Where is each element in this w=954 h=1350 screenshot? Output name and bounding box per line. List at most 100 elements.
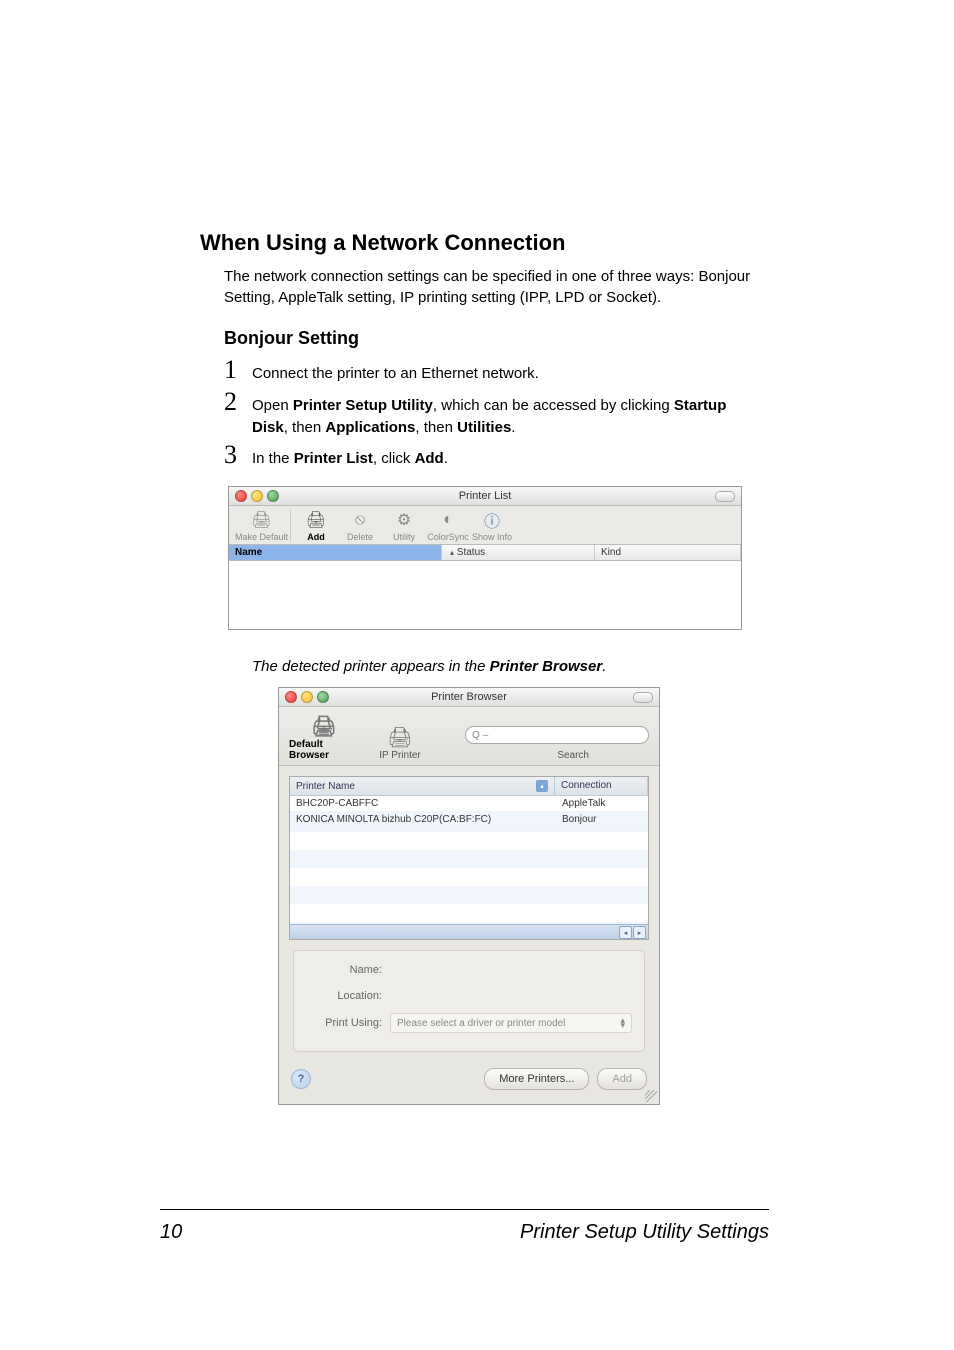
column-kind[interactable]: Kind [595, 545, 741, 560]
text-fragment: , then [415, 419, 457, 436]
window-title: Printer Browser [279, 691, 659, 703]
text-bold: Utilities [457, 419, 511, 436]
text-fragment: . [602, 658, 606, 675]
text-fragment: Open [252, 397, 293, 414]
toolbar-label: Show Info [472, 532, 512, 542]
window-title: Printer List [229, 490, 741, 502]
more-printers-button[interactable]: More Printers... [484, 1068, 589, 1090]
printer-list: Printer Name ▴ Connection BHC20P-CABFFC … [289, 776, 649, 940]
text-bold: Add [415, 450, 444, 467]
step-number: 2 [224, 389, 252, 415]
browser-toolbar: 🖨 Default Browser 🖨 IP Printer Q – Searc… [279, 707, 659, 766]
chevron-updown-icon: ▴▾ [620, 1018, 625, 1029]
column-label: Status [457, 547, 485, 558]
footer-title: Printer Setup Utility Settings [520, 1221, 769, 1244]
column-status[interactable]: ▴ Status [442, 545, 595, 560]
toolbar-label: Add [307, 532, 325, 542]
toolbar-toggle-icon[interactable] [715, 491, 735, 502]
text-fragment: The detected printer appears in the [252, 658, 490, 675]
printer-list-window: Printer List 🖨 Make Default 🖨 Add ⦸ Dele… [228, 486, 742, 630]
default-browser-icon: 🖨 [306, 713, 342, 739]
toolbar-label: Delete [347, 532, 373, 542]
step-text: Connect the printer to an Ethernet netwo… [252, 363, 539, 385]
toolbar: 🖨 Make Default 🖨 Add ⦸ Delete ⚙ Utility … [229, 506, 741, 545]
horizontal-scrollbar[interactable]: ◂ ▸ [290, 924, 648, 939]
make-default-button[interactable]: 🖨 Make Default [235, 510, 288, 542]
column-connection[interactable]: Connection [555, 777, 648, 796]
list-item[interactable]: BHC20P-CABFFC AppleTalk [290, 796, 648, 812]
steps-list: 1 Connect the printer to an Ethernet net… [224, 357, 754, 470]
scroll-right-icon[interactable]: ▸ [633, 926, 646, 939]
search-icon: Q [472, 730, 480, 741]
connection-cell: Bonjour [556, 812, 648, 827]
search-divider: – [483, 730, 489, 741]
list-header: Printer Name ▴ Connection [290, 777, 648, 796]
step-1: 1 Connect the printer to an Ethernet net… [224, 357, 754, 385]
resize-grip-icon[interactable] [645, 1090, 657, 1102]
utility-button[interactable]: ⚙ Utility [383, 510, 425, 542]
printer-name-cell: KONICA MINOLTA bizhub C20P(CA:BF:FC) [290, 812, 556, 827]
utility-icon: ⚙ [392, 510, 416, 530]
intro-paragraph: The network connection settings can be s… [224, 266, 754, 308]
tab-ip-printer[interactable]: 🖨 IP Printer [365, 724, 435, 761]
printer-name-cell: BHC20P-CABFFC [290, 796, 556, 811]
ip-printer-icon: 🖨 [382, 724, 418, 750]
select-value: Please select a driver or printer model [397, 1018, 565, 1029]
sort-asc-icon: ▴ [536, 780, 548, 792]
show-info-button[interactable]: ⓘ Show Info [471, 510, 513, 542]
toolbar-label: Make Default [235, 532, 288, 542]
title-bar: Printer Browser [279, 688, 659, 707]
print-using-select[interactable]: Please select a driver or printer model … [390, 1013, 632, 1033]
column-printer-name[interactable]: Printer Name ▴ [290, 777, 555, 796]
add-button[interactable]: 🖨 Add [290, 510, 337, 542]
tab-default-browser[interactable]: 🖨 Default Browser [289, 713, 359, 761]
scroll-left-icon[interactable]: ◂ [619, 926, 632, 939]
toolbar-toggle-icon[interactable] [633, 692, 653, 703]
add-printer-icon: 🖨 [304, 510, 328, 530]
printer-icon: 🖨 [250, 510, 274, 530]
text-bold: Printer List [294, 450, 373, 467]
text-fragment: , click [373, 450, 415, 467]
step-text: Open Printer Setup Utility, which can be… [252, 395, 754, 439]
help-button[interactable]: ? [291, 1069, 311, 1089]
text-fragment: . [444, 450, 448, 467]
delete-button[interactable]: ⦸ Delete [339, 510, 381, 542]
connection-cell: AppleTalk [556, 796, 648, 811]
title-bar: Printer List [229, 487, 741, 506]
printer-browser-window: Printer Browser 🖨 Default Browser 🖨 IP P… [278, 687, 660, 1105]
colorsync-icon: ◐ [436, 510, 460, 530]
text-bold: Applications [325, 419, 415, 436]
colorsync-button[interactable]: ◐ ColorSync [427, 510, 469, 542]
list-body: BHC20P-CABFFC AppleTalk KONICA MINOLTA b… [290, 796, 648, 924]
printer-details-form: Name: Location: Print Using: Please sele… [293, 950, 645, 1052]
step-3: 3 In the Printer List, click Add. [224, 442, 754, 470]
toolbar-label: ColorSync [427, 532, 469, 542]
info-icon: ⓘ [480, 510, 504, 530]
delete-icon: ⦸ [348, 510, 372, 530]
dialog-footer: ? More Printers... Add [279, 1058, 659, 1104]
list-item[interactable]: KONICA MINOLTA bizhub C20P(CA:BF:FC) Bon… [290, 812, 648, 828]
text-fragment: , which can be accessed by clicking [433, 397, 674, 414]
name-field[interactable] [390, 961, 632, 979]
add-button[interactable]: Add [597, 1068, 647, 1090]
footer-rule [160, 1209, 769, 1210]
caption: The detected printer appears in the Prin… [252, 658, 754, 675]
column-name[interactable]: Name [229, 545, 442, 560]
page-number: 10 [160, 1221, 182, 1244]
search-input[interactable]: Q – [465, 726, 649, 744]
column-label: Printer Name [296, 781, 355, 792]
location-field[interactable] [390, 987, 632, 1005]
toolbar-label: Utility [393, 532, 415, 542]
search-label: Search [557, 750, 589, 761]
text-fragment: , then [284, 419, 326, 436]
text-fragment: . [511, 419, 515, 436]
tab-label: IP Printer [379, 750, 421, 761]
step-2: 2 Open Printer Setup Utility, which can … [224, 389, 754, 439]
name-label: Name: [306, 964, 390, 976]
column-headers: Name ▴ Status Kind [229, 545, 741, 561]
location-label: Location: [306, 990, 390, 1002]
print-using-label: Print Using: [306, 1017, 390, 1029]
step-number: 1 [224, 357, 252, 383]
text-fragment: In the [252, 450, 294, 467]
subsection-heading: Bonjour Setting [224, 328, 754, 349]
